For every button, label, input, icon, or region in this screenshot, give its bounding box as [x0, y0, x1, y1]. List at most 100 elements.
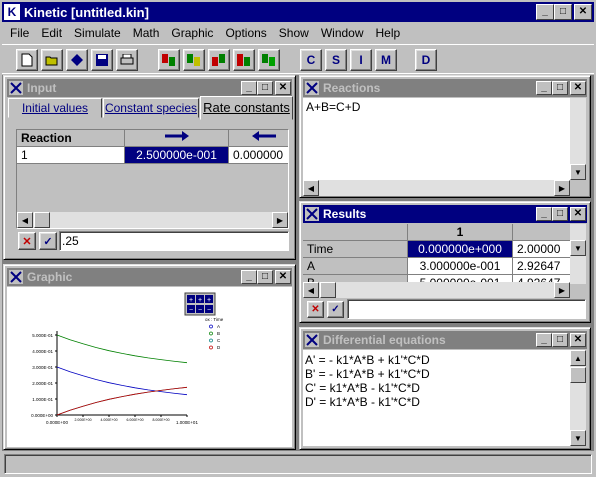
window-icon[interactable] [304, 80, 320, 96]
minimize-button[interactable]: _ [536, 333, 552, 347]
open-folder-icon[interactable] [41, 49, 63, 71]
scroll-thumb[interactable] [34, 212, 50, 228]
confirm-edit-button[interactable]: ✓ [39, 232, 57, 250]
tab-constant-species[interactable]: Constant species [103, 98, 199, 118]
horizontal-scrollbar[interactable]: ◀ ▶ [303, 282, 570, 298]
vertical-scrollbar[interactable]: ▼ [570, 224, 586, 284]
scroll-left-icon[interactable]: ◀ [303, 282, 319, 298]
maximize-button[interactable]: □ [552, 207, 568, 221]
scroll-down-icon[interactable]: ▼ [570, 240, 586, 256]
horizontal-scrollbar[interactable]: ◀ ▶ [303, 180, 570, 196]
menu-file[interactable]: File [4, 26, 35, 40]
window-icon[interactable] [8, 80, 24, 96]
d-button[interactable]: D [415, 49, 437, 71]
scroll-right-icon[interactable]: ▶ [554, 180, 570, 196]
graphic-window[interactable]: Graphic _ □ ✕ 5.000E-01 4.000E-01 3.000E-01 2… [3, 264, 296, 450]
maximize-button[interactable]: □ [554, 4, 572, 20]
species-add-icon[interactable] [158, 49, 180, 71]
tab-initial-values[interactable]: Initial values [8, 98, 102, 118]
menu-show[interactable]: Show [273, 26, 315, 40]
new-file-icon[interactable] [16, 49, 38, 71]
backward-rate-cell[interactable]: 0.000000 [229, 147, 288, 164]
diff-eq-text[interactable]: A' = - k1*A*B + k1'*C*D B' = - k1*A*B + … [303, 350, 570, 446]
m-button[interactable]: M [375, 49, 397, 71]
close-button[interactable]: ✕ [574, 4, 592, 20]
close-button[interactable]: ✕ [570, 333, 586, 347]
close-button[interactable]: ✕ [275, 270, 291, 284]
menu-window[interactable]: Window [315, 26, 370, 40]
cancel-edit-button[interactable]: ✕ [18, 232, 36, 250]
tab-rate-constants[interactable]: Rate constants [200, 96, 293, 120]
legend-label-c: C [217, 338, 221, 343]
maximize-button[interactable]: □ [552, 333, 568, 347]
close-button[interactable]: ✕ [570, 207, 586, 221]
results-edit-input[interactable] [347, 299, 586, 319]
cancel-edit-button[interactable]: ✕ [307, 301, 324, 318]
minimize-button[interactable]: _ [536, 4, 554, 20]
scroll-thumb[interactable] [320, 282, 336, 298]
reaction-add-icon[interactable] [208, 49, 230, 71]
table-header-reaction: Reaction [17, 130, 125, 147]
menu-graphic[interactable]: Graphic [165, 26, 219, 40]
scroll-thumb[interactable] [570, 367, 586, 383]
menu-simulate[interactable]: Simulate [68, 26, 127, 40]
c-button[interactable]: C [300, 49, 322, 71]
menu-help[interactable]: Help [370, 26, 407, 40]
scroll-right-icon[interactable]: ▶ [272, 212, 288, 228]
diamond-icon[interactable] [66, 49, 88, 71]
scroll-right-icon[interactable]: ▶ [554, 282, 570, 298]
scroll-down-icon[interactable]: ▼ [570, 430, 586, 446]
maximize-button[interactable]: □ [257, 270, 273, 284]
results-window[interactable]: Results _□✕ 1 2 Time 0.000000e+000 2.000… [299, 201, 591, 323]
value-edit-input[interactable]: .25 [59, 231, 289, 251]
confirm-edit-button[interactable]: ✓ [327, 301, 344, 318]
close-button[interactable]: ✕ [275, 81, 291, 95]
toolbar-bottom-separator [2, 73, 594, 74]
reactions-editor[interactable]: A+B=C+D [303, 98, 570, 180]
maximize-button[interactable]: □ [552, 81, 568, 95]
toolbar-separator [2, 44, 594, 45]
app-logo-icon[interactable]: K [4, 4, 20, 20]
horizontal-scrollbar[interactable]: ◀ ▶ [17, 212, 288, 228]
window-icon[interactable] [304, 206, 320, 222]
scroll-up-icon[interactable]: ▼ [570, 164, 586, 180]
vertical-scrollbar[interactable]: ▲ ▼ [570, 350, 586, 446]
i-button[interactable]: I [350, 49, 372, 71]
minimize-button[interactable]: _ [241, 81, 257, 95]
diff-eq-window[interactable]: Differential equations _ □ ✕ A' = - k1*A*B… [299, 327, 591, 450]
results-cell[interactable]: 3.000000e-001 [408, 258, 513, 275]
s-button[interactable]: S [325, 49, 347, 71]
save-icon[interactable] [91, 49, 113, 71]
minimize-button[interactable]: _ [241, 270, 257, 284]
forward-rate-cell[interactable]: 2.500000e-001 [125, 147, 229, 164]
scroll-up-icon[interactable]: ▲ [570, 350, 586, 366]
close-button[interactable]: ✕ [570, 81, 586, 95]
scroll-left-icon[interactable]: ◀ [303, 180, 319, 196]
reactions-window[interactable]: Reactions _ □ ✕ A+B=C+D ▼ ◀ ▶ [299, 75, 591, 198]
print-icon[interactable] [116, 49, 138, 71]
window-icon[interactable] [8, 269, 24, 285]
reaction-copy-icon[interactable] [258, 49, 280, 71]
y-tick-label: 3.000E-01 [32, 365, 53, 370]
reactions-title: Reactions [323, 81, 381, 95]
reaction-remove-icon[interactable] [233, 49, 255, 71]
maximize-button[interactable]: □ [257, 81, 273, 95]
x-tick-label: 2.000E+00 [74, 418, 91, 422]
graphic-canvas[interactable]: 5.000E-01 4.000E-01 3.000E-01 2.000E-01 1.00… [7, 287, 292, 447]
results-title: Results [323, 207, 367, 221]
rate-constants-table[interactable]: Reaction 1 2.500000e-001 0.000000 ◀ ▶ [16, 129, 289, 229]
scroll-left-icon[interactable]: ◀ [17, 212, 33, 228]
menu-options[interactable]: Options [219, 26, 272, 40]
input-window[interactable]: Input _ □ ✕ Initial values Constant specie… [3, 75, 296, 260]
results-cell[interactable]: 2.00000 [513, 241, 570, 258]
minimize-button[interactable]: _ [536, 207, 552, 221]
results-cell[interactable]: 0.000000e+000 [408, 241, 513, 258]
window-icon[interactable] [304, 332, 320, 348]
menu-edit[interactable]: Edit [35, 26, 68, 40]
species-remove-icon[interactable] [183, 49, 205, 71]
results-cell[interactable]: 2.92647 [513, 258, 570, 275]
results-table[interactable]: 1 2 Time 0.000000e+000 2.00000 A 3.00000… [303, 224, 570, 284]
menu-math[interactable]: Math [127, 26, 166, 40]
vertical-scrollbar[interactable]: ▼ [570, 98, 586, 180]
minimize-button[interactable]: _ [536, 81, 552, 95]
